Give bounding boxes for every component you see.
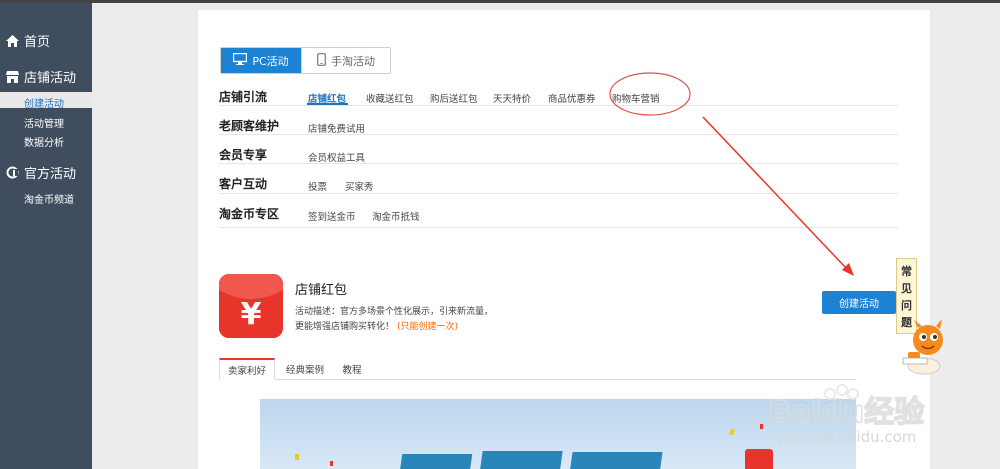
sidebar-item-shop-activity[interactable]: 店铺活动 <box>6 67 76 86</box>
monitor-icon <box>233 52 248 68</box>
top-border <box>0 0 1000 3</box>
sidebar-item-activity-management[interactable]: 活动管理 <box>24 115 64 130</box>
activity-title: 店铺红包 <box>295 283 348 298</box>
faq-char: 问 <box>901 299 912 312</box>
link-buyer-show[interactable]: 买家秀 <box>345 179 374 193</box>
category-label-customer-interaction: 客户互动 <box>219 177 268 191</box>
link-vote[interactable]: 投票 <box>308 179 327 193</box>
divider <box>219 134 898 135</box>
activity-description-line2: 更能增强店铺购买转化！ (只能创建一次) <box>295 319 458 332</box>
link-member-benefits[interactable]: 会员权益工具 <box>308 150 365 164</box>
official-activity-icon <box>6 166 19 179</box>
faq-char: 常 <box>901 265 912 278</box>
sidebar-item-data-analysis[interactable]: 数据分析 <box>24 134 64 149</box>
watermark-url: jingyan.baidu.com <box>778 428 917 446</box>
sidebar-item-home-label: 首页 <box>24 35 51 50</box>
svg-text:Baidu经验: Baidu经验 <box>768 395 924 430</box>
category-label-taojinbi-zone: 淘金币专区 <box>219 207 280 221</box>
category-label-shop-traffic: 店铺引流 <box>219 90 268 104</box>
svg-text:¥: ¥ <box>241 297 262 332</box>
tab-classic-cases[interactable]: 经典案例 <box>277 358 333 380</box>
mascot-icon <box>902 319 943 375</box>
activity-limit-note: (只能创建一次) <box>397 322 459 332</box>
faq-char: 见 <box>901 282 912 295</box>
detail-tabs: 卖家利好 经典案例 教程 <box>219 358 856 380</box>
link-checkin-coins[interactable]: 签到送金币 <box>308 209 356 223</box>
divider <box>219 163 898 164</box>
category-label-member-exclusive: 会员专享 <box>219 148 268 162</box>
shop-icon <box>6 70 19 83</box>
pc-activity-label: PC活动 <box>252 54 289 68</box>
home-icon <box>6 34 19 47</box>
mobile-activity-label: 手淘活动 <box>331 54 375 68</box>
link-product-coupon[interactable]: 商品优惠券 <box>548 91 596 105</box>
red-packet-icon: ¥ <box>219 274 283 338</box>
pc-activity-tab[interactable]: PC活动 <box>221 48 301 73</box>
sidebar-item-create-activity[interactable]: 创建活动 <box>24 95 64 110</box>
link-daily-special[interactable]: 天天特价 <box>493 91 531 105</box>
sidebar-item-taojinbi-channel[interactable]: 淘金币频道 <box>24 191 74 206</box>
mobile-activity-tab[interactable]: 手淘活动 <box>301 48 390 73</box>
sidebar-item-official-activity-label: 官方活动 <box>24 167 77 182</box>
divider <box>219 105 898 106</box>
sidebar-item-home[interactable]: 首页 <box>6 31 50 50</box>
link-coins-discount[interactable]: 淘金币抵钱 <box>372 209 420 223</box>
divider <box>219 227 898 228</box>
sidebar-item-shop-activity-label: 店铺活动 <box>24 71 77 86</box>
link-favorite-red-packet[interactable]: 收藏送红包 <box>366 91 414 105</box>
divider <box>219 193 898 194</box>
activity-description-text: 更能增强店铺购买转化！ <box>295 322 395 332</box>
link-cart-marketing[interactable]: 购物车营销 <box>612 91 660 105</box>
category-label-returning-customers: 老顾客维护 <box>219 119 280 133</box>
sidebar-item-official-activity[interactable]: 官方活动 <box>6 163 76 182</box>
link-post-purchase-red-packet[interactable]: 购后送红包 <box>430 91 478 105</box>
create-activity-button[interactable]: 创建活动 <box>822 291 896 314</box>
link-free-trial[interactable]: 店铺免费试用 <box>308 121 365 135</box>
activity-description-line1: 活动描述：官方多场景个性化展示，引来新流量， <box>295 307 494 317</box>
platform-toggle: PC活动 手淘活动 <box>220 47 391 74</box>
tab-seller-benefits[interactable]: 卖家利好 <box>219 358 275 380</box>
tab-tutorial[interactable]: 教程 <box>333 358 371 380</box>
baidu-watermark-logo: Baidu经验 <box>767 384 925 430</box>
sidebar: 首页 店铺活动 创建活动 活动管理 数据分析 官方活动 淘金币频道 <box>0 3 92 469</box>
phone-icon <box>317 52 326 69</box>
